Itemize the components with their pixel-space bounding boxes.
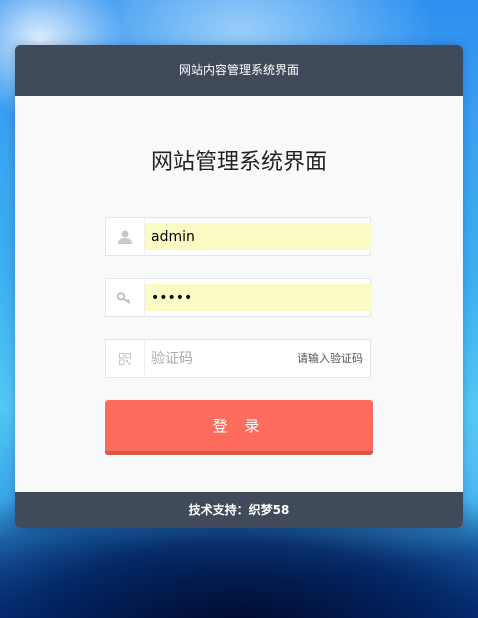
login-title: 网站管理系统界面 bbox=[150, 150, 327, 175]
password-field bbox=[105, 278, 372, 317]
qr-code-icon bbox=[106, 340, 145, 377]
footer-text: 技术支持：织梦58 bbox=[188, 503, 290, 517]
card-header: 网站内容管理系统界面 bbox=[15, 45, 463, 96]
header-title: 网站内容管理系统界面 bbox=[178, 63, 299, 77]
key-icon bbox=[106, 279, 145, 316]
login-form: 网站管理系统界面 admin 验证码 请输入验证码 登 录 bbox=[15, 96, 463, 492]
captcha-input[interactable] bbox=[145, 345, 305, 372]
captcha-field: 请输入验证码 bbox=[105, 339, 371, 378]
user-icon bbox=[106, 218, 145, 255]
password-input[interactable] bbox=[145, 284, 372, 311]
card-footer: 技术支持：织梦58 bbox=[15, 492, 463, 528]
login-card: 网站内容管理系统界面 网站管理系统界面 admin 验证码 请输入验证码 登 录… bbox=[15, 45, 463, 528]
username-input[interactable] bbox=[145, 223, 372, 250]
login-button[interactable]: 登 录 bbox=[105, 400, 373, 455]
captcha-refresh-link[interactable]: 请输入验证码 bbox=[297, 340, 363, 377]
username-field bbox=[105, 217, 372, 256]
